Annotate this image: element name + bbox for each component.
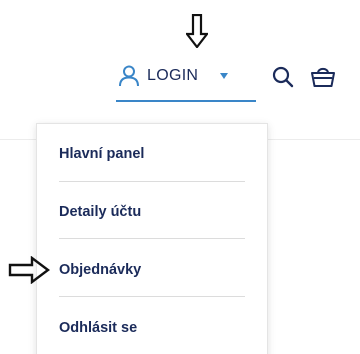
menu-divider bbox=[59, 181, 245, 182]
menu-item-orders[interactable]: Objednávky bbox=[59, 262, 141, 278]
search-icon[interactable] bbox=[271, 65, 295, 89]
menu-divider bbox=[59, 238, 245, 239]
menu-item-account-details[interactable]: Detaily účtu bbox=[59, 204, 141, 220]
menu-item-logout[interactable]: Odhlásit se bbox=[59, 320, 137, 336]
login-underline bbox=[116, 100, 256, 102]
caret-down-icon[interactable] bbox=[220, 73, 229, 79]
user-icon bbox=[117, 64, 141, 88]
menu-divider bbox=[59, 296, 245, 297]
basket-icon[interactable] bbox=[310, 64, 336, 88]
menu-item-dashboard[interactable]: Hlavní panel bbox=[59, 146, 144, 162]
login-button[interactable]: LOGIN bbox=[117, 64, 229, 88]
account-dropdown-menu: Hlavní panel Detaily účtu Objednávky Odh… bbox=[36, 123, 268, 354]
down-arrow-icon bbox=[184, 13, 210, 49]
right-arrow-icon bbox=[8, 255, 50, 285]
login-label: LOGIN bbox=[147, 67, 199, 84]
